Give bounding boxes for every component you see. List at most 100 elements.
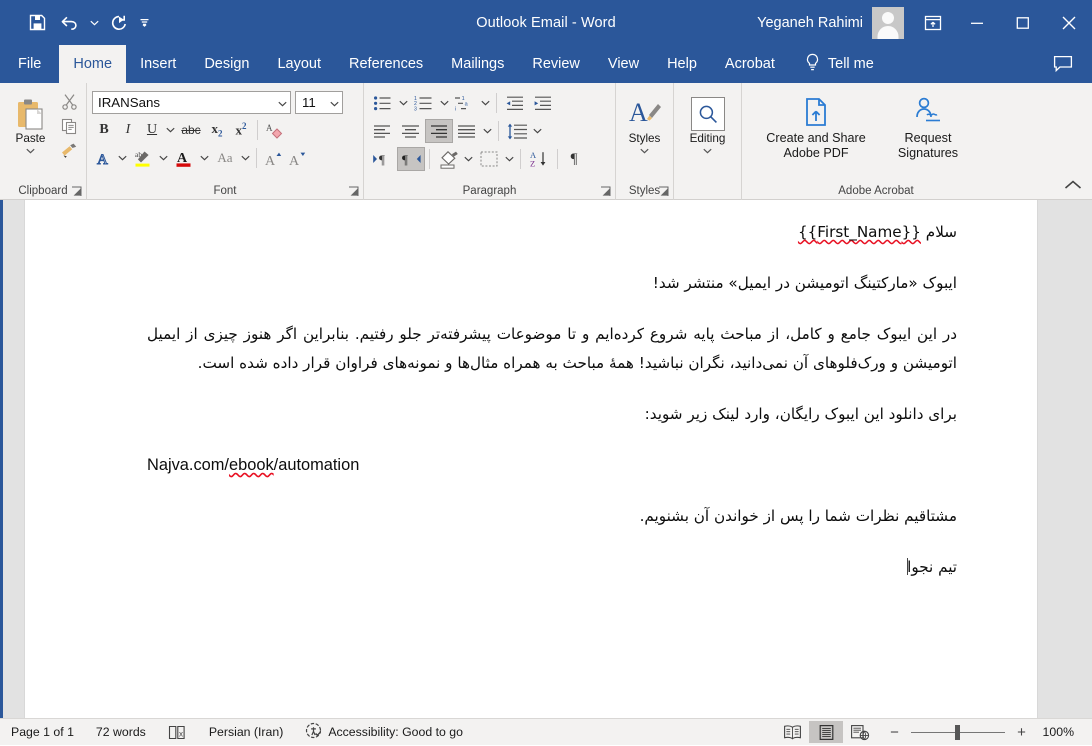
bullets-caret-icon[interactable] xyxy=(397,91,410,115)
paste-button[interactable]: Paste xyxy=(6,89,55,156)
editing-button[interactable]: Editing xyxy=(679,89,736,156)
borders-caret-icon[interactable] xyxy=(503,147,516,171)
chevron-down-icon[interactable] xyxy=(26,145,35,156)
multilevel-caret-icon[interactable] xyxy=(479,91,492,115)
multilevel-list-button[interactable]: 1ai xyxy=(451,91,479,115)
zoom-in-button[interactable]: + xyxy=(1014,724,1029,741)
font-name-input[interactable]: IRANSans xyxy=(92,91,291,114)
text-effects-caret-icon[interactable] xyxy=(116,146,129,170)
font-size-caret-icon[interactable] xyxy=(330,95,339,110)
bullets-button[interactable] xyxy=(369,91,397,115)
read-mode-view-button[interactable] xyxy=(775,721,809,743)
paragraph-download-intro[interactable]: برای دانلود این ایبوک رایگان، وارد لینک … xyxy=(147,400,957,429)
account-area[interactable]: Yeganeh Rahimi xyxy=(757,6,904,39)
print-layout-view-button[interactable] xyxy=(809,721,843,743)
comment-icon[interactable] xyxy=(1048,49,1078,79)
clipboard-dialog-launcher-icon[interactable] xyxy=(71,186,82,197)
paragraph-feedback[interactable]: مشتاقیم نظرات شما را پس از خواندن آن بشن… xyxy=(147,502,957,531)
page-number-status[interactable]: Page 1 of 1 xyxy=(0,719,85,746)
accessibility-status[interactable]: Accessibility: Good to go xyxy=(294,719,474,746)
redo-icon[interactable] xyxy=(104,8,134,38)
sort-button[interactable]: AZ xyxy=(525,147,553,171)
avatar[interactable] xyxy=(872,6,904,39)
text-highlight-color-button[interactable]: ab xyxy=(129,146,157,170)
tab-layout[interactable]: Layout xyxy=(263,45,335,83)
undo-icon[interactable] xyxy=(54,8,84,38)
tab-help[interactable]: Help xyxy=(653,45,711,83)
copy-button[interactable] xyxy=(57,114,81,138)
font-dialog-launcher-icon[interactable] xyxy=(348,186,359,197)
request-signatures-button[interactable]: Request Signatures xyxy=(876,89,980,161)
paragraph-greeting[interactable]: سلام {{First_Name}} xyxy=(147,218,957,247)
styles-dialog-launcher-icon[interactable] xyxy=(658,186,669,197)
increase-indent-button[interactable] xyxy=(529,91,557,115)
text-effects-button[interactable]: A xyxy=(92,146,116,170)
borders-button[interactable] xyxy=(475,147,503,171)
format-painter-button[interactable] xyxy=(57,139,81,163)
strikethrough-button[interactable]: abc xyxy=(177,118,205,142)
editing-caret-icon[interactable] xyxy=(703,145,712,156)
paragraph-description[interactable]: در این ایبوک جامع و کامل، از مباحث پایه … xyxy=(147,320,957,378)
paragraph-announcement[interactable]: ایبوک «مارکتینگ اتومیشن در ایمیل» منتشر … xyxy=(147,269,957,298)
zoom-slider[interactable] xyxy=(911,719,1005,746)
close-button[interactable] xyxy=(1046,0,1092,45)
underline-button[interactable]: U xyxy=(140,118,164,142)
shrink-font-button[interactable]: A xyxy=(285,146,309,170)
zoom-level-label[interactable]: 100% xyxy=(1038,725,1082,739)
grow-font-button[interactable]: A xyxy=(261,146,285,170)
create-and-share-pdf-button[interactable]: Create and Share Adobe PDF xyxy=(756,89,876,161)
align-center-button[interactable] xyxy=(397,119,425,143)
align-right-button[interactable] xyxy=(425,119,453,143)
highlight-caret-icon[interactable] xyxy=(157,146,170,170)
paragraph-dialog-launcher-icon[interactable] xyxy=(600,186,611,197)
font-name-caret-icon[interactable] xyxy=(278,95,287,110)
maximize-button[interactable] xyxy=(1000,0,1046,45)
show-formatting-marks-button[interactable]: ¶ xyxy=(562,147,586,171)
paragraph-download-link[interactable]: Najva.com/ebook/automation xyxy=(147,451,957,480)
tab-home[interactable]: Home xyxy=(59,45,127,83)
tab-review[interactable]: Review xyxy=(518,45,594,83)
superscript-button[interactable]: x2 xyxy=(229,118,253,142)
tell-me-search[interactable]: Tell me xyxy=(789,45,886,83)
paragraph-signature[interactable]: تیم نجوا xyxy=(147,553,957,582)
tab-file[interactable]: File xyxy=(0,45,59,83)
proofing-errors-icon[interactable]: x xyxy=(157,719,198,746)
numbering-caret-icon[interactable] xyxy=(438,91,451,115)
justify-caret-icon[interactable] xyxy=(481,119,494,143)
undo-dropdown-caret-icon[interactable] xyxy=(86,8,102,38)
shading-button[interactable] xyxy=(434,147,462,171)
font-color-caret-icon[interactable] xyxy=(198,146,211,170)
change-case-button[interactable]: Aa xyxy=(211,146,239,170)
subscript-button[interactable]: x2 xyxy=(205,118,229,142)
ltr-text-direction-button[interactable]: ¶ xyxy=(369,147,397,171)
align-left-button[interactable] xyxy=(369,119,397,143)
justify-button[interactable] xyxy=(453,119,481,143)
cut-button[interactable] xyxy=(57,89,81,113)
decrease-indent-button[interactable] xyxy=(501,91,529,115)
italic-button[interactable]: I xyxy=(116,118,140,142)
clear-formatting-button[interactable]: A xyxy=(262,118,286,142)
line-spacing-button[interactable] xyxy=(503,119,531,143)
document-body[interactable]: سلام {{First_Name}} ایبوک «مارکتینگ اتوم… xyxy=(25,200,1037,582)
rtl-text-direction-button[interactable]: ¶ xyxy=(397,147,425,171)
line-spacing-caret-icon[interactable] xyxy=(531,119,544,143)
underline-caret-icon[interactable] xyxy=(164,118,177,142)
styles-caret-icon[interactable] xyxy=(640,145,649,156)
document-page[interactable]: سلام {{First_Name}} ایبوک «مارکتینگ اتوم… xyxy=(25,200,1037,718)
word-count-status[interactable]: 72 words xyxy=(85,719,157,746)
font-color-button[interactable]: A xyxy=(170,146,198,170)
minimize-button[interactable] xyxy=(954,0,1000,45)
tab-acrobat[interactable]: Acrobat xyxy=(711,45,789,83)
right-gutter[interactable] xyxy=(1037,200,1092,718)
collapse-ribbon-button[interactable] xyxy=(1062,175,1084,195)
tab-view[interactable]: View xyxy=(594,45,653,83)
styles-button[interactable]: A Styles xyxy=(621,89,668,156)
change-case-caret-icon[interactable] xyxy=(239,146,252,170)
save-icon[interactable] xyxy=(22,8,52,38)
tab-design[interactable]: Design xyxy=(190,45,263,83)
ribbon-display-options-icon[interactable] xyxy=(912,0,954,45)
tab-references[interactable]: References xyxy=(335,45,437,83)
customize-quick-access-icon[interactable] xyxy=(136,8,152,38)
numbering-button[interactable]: 123 xyxy=(410,91,438,115)
language-status[interactable]: Persian (Iran) xyxy=(198,719,295,746)
